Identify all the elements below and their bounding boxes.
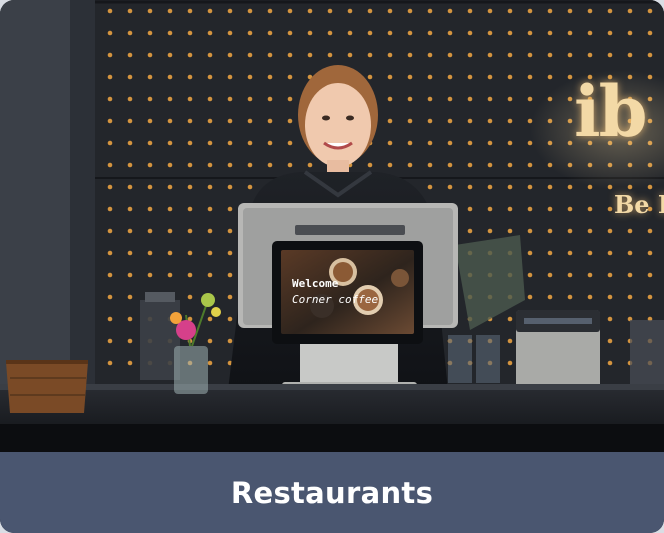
photo-scene	[0, 0, 664, 452]
category-card[interactable]: ib Be I Welcome Corner coffee Restaurant…	[0, 0, 664, 533]
pos-screen-title: Welcome	[292, 277, 339, 290]
pos-stand	[300, 344, 398, 386]
pos-screen-subtitle: Corner coffee	[292, 293, 379, 306]
brand-sign: ib	[574, 70, 648, 153]
caption-bar[interactable]: Restaurants	[0, 452, 664, 533]
brand-tagline: Be I	[614, 190, 664, 219]
person-face	[305, 83, 371, 167]
basket	[6, 362, 88, 413]
vase	[174, 346, 208, 394]
category-label: Restaurants	[230, 475, 434, 510]
